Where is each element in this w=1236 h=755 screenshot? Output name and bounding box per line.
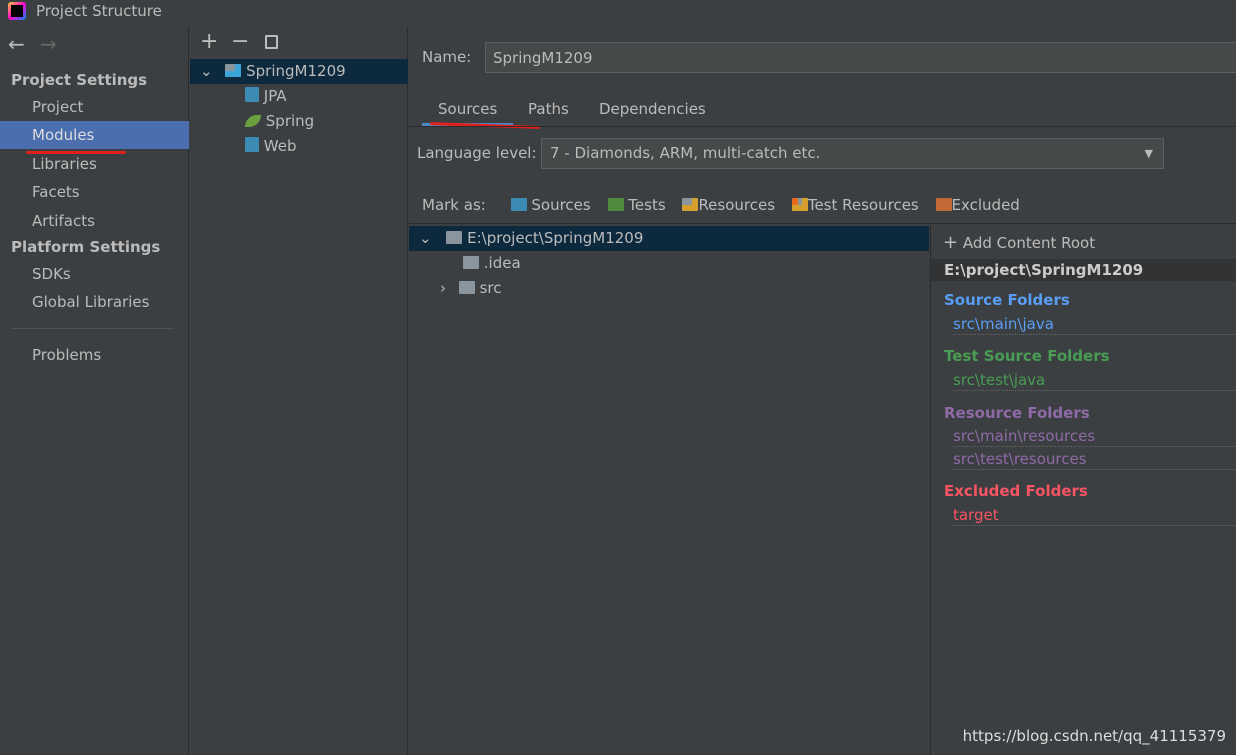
test-source-folders-header: Test Source Folders: [944, 347, 1110, 365]
watermark: https://blog.csdn.net/qq_41115379: [962, 727, 1226, 745]
sidebar-item-problems[interactable]: Problems: [0, 341, 189, 369]
folder-icon: [463, 256, 479, 269]
label: Spring: [265, 112, 315, 130]
remove-icon[interactable]: −: [231, 29, 249, 54]
label: Tests: [628, 196, 666, 214]
add-icon[interactable]: +: [200, 29, 218, 54]
modules-panel: + − ⌄ SpringM1209 JPA Spring Web: [190, 27, 408, 755]
source-folder-item[interactable]: src\main\java: [953, 314, 1236, 335]
label: src\test\java: [953, 371, 1046, 389]
mark-resources-button[interactable]: Resources: [682, 196, 775, 214]
section-platform-settings: Platform Settings: [11, 238, 161, 256]
mark-as-bar: Mark as: Sources Tests Resources Test Re…: [422, 196, 1032, 214]
mark-tests-button[interactable]: Tests: [607, 196, 666, 214]
sidebar-item-project[interactable]: Project: [0, 93, 189, 121]
file-tree-item-idea[interactable]: .idea: [463, 251, 521, 276]
file-tree-root[interactable]: ⌄ E:\project\SpringM1209: [409, 226, 929, 251]
language-level-value: 7 - Diamonds, ARM, multi-catch etc.: [550, 144, 821, 162]
test-source-folder-item[interactable]: src\test\java: [953, 370, 1236, 391]
test-resources-folder-icon: [791, 198, 808, 211]
label: src\main\resources: [953, 427, 1096, 445]
intellij-logo-icon: [8, 2, 26, 20]
add-icon: +: [943, 232, 959, 253]
mark-test-resources-button[interactable]: Test Resources: [791, 196, 919, 214]
name-label: Name:: [422, 48, 472, 66]
source-folders-header: Source Folders: [944, 291, 1070, 309]
sidebar-item-artifacts[interactable]: Artifacts: [0, 207, 189, 235]
resources-folder-icon: [682, 198, 699, 211]
label: src\main\java: [953, 315, 1054, 333]
title-bar: Project Structure: [0, 0, 1236, 27]
mark-as-label: Mark as:: [422, 196, 486, 214]
tree-item-spring[interactable]: Spring: [190, 109, 408, 134]
chevron-down-icon[interactable]: ⌄: [200, 62, 213, 80]
resource-folder-item[interactable]: src\main\resources: [953, 426, 1236, 447]
label: src\test\resources: [953, 450, 1087, 468]
dropdown-arrow-icon: ▼: [1144, 147, 1153, 160]
label: Sources: [531, 196, 591, 214]
file-tree-item-src[interactable]: › src: [440, 276, 501, 301]
module-folder-icon: [225, 64, 242, 77]
label: Web: [263, 137, 297, 155]
tab-dependencies[interactable]: Dependencies: [599, 100, 706, 118]
content-root-panel: + Add Content Root E:\project\SpringM120…: [930, 226, 1236, 755]
spring-leaf-icon: [245, 115, 261, 127]
tree-item-web[interactable]: Web: [190, 134, 408, 159]
tests-folder-icon: [607, 198, 624, 211]
sidebar-item-modules[interactable]: Modules: [0, 121, 189, 149]
tab-sources[interactable]: Sources: [438, 100, 497, 118]
excluded-folder-item[interactable]: target: [953, 505, 1236, 526]
sidebar-item-facets[interactable]: Facets: [0, 178, 189, 206]
sidebar-item-global-libraries[interactable]: Global Libraries: [0, 288, 189, 316]
mark-excluded-button[interactable]: Excluded: [935, 196, 1020, 214]
language-level-dropdown[interactable]: 7 - Diamonds, ARM, multi-catch etc. ▼: [541, 138, 1164, 169]
sidebar-item-libraries[interactable]: Libraries: [0, 150, 189, 178]
jpa-icon: [245, 87, 259, 102]
section-project-settings: Project Settings: [11, 71, 148, 89]
resource-folder-item[interactable]: src\test\resources: [953, 449, 1236, 470]
tree-item-jpa[interactable]: JPA: [190, 84, 408, 109]
name-input[interactable]: [485, 42, 1236, 73]
excluded-folders-header: Excluded Folders: [944, 482, 1088, 500]
sidebar: ← → Project Settings Project Modules Lib…: [0, 27, 189, 755]
language-level-label: Language level:: [417, 144, 537, 162]
web-icon: [245, 137, 259, 152]
label: Resources: [698, 196, 776, 214]
window-title: Project Structure: [36, 2, 162, 20]
copy-icon[interactable]: [265, 35, 278, 49]
content-root-path: E:\project\SpringM1209: [931, 259, 1236, 281]
divider: [409, 223, 1236, 224]
label: Excluded: [951, 196, 1020, 214]
tree-item-springm1209[interactable]: ⌄ SpringM1209: [190, 59, 408, 84]
excluded-folder-icon: [935, 198, 952, 211]
label: E:\project\SpringM1209: [467, 229, 644, 247]
mark-sources-button[interactable]: Sources: [510, 196, 591, 214]
chevron-right-icon[interactable]: ›: [440, 279, 446, 297]
label: src: [479, 279, 502, 297]
folder-icon: [446, 231, 463, 244]
chevron-down-icon[interactable]: ⌄: [419, 229, 432, 247]
label: Add Content Root: [962, 234, 1096, 252]
label: JPA: [263, 87, 287, 105]
add-content-root-button[interactable]: + Add Content Root: [943, 232, 1095, 253]
forward-arrow-icon[interactable]: →: [40, 32, 57, 56]
label: .idea: [483, 254, 521, 272]
sources-folder-icon: [510, 198, 527, 211]
module-name: SpringM1209: [246, 62, 346, 80]
tab-paths[interactable]: Paths: [528, 100, 569, 118]
resource-folders-header: Resource Folders: [944, 404, 1090, 422]
divider: [11, 328, 174, 329]
label: Test Resources: [807, 196, 919, 214]
label: target: [953, 506, 999, 524]
divider: [409, 126, 1236, 127]
sidebar-item-sdks[interactable]: SDKs: [0, 260, 189, 288]
back-arrow-icon[interactable]: ←: [8, 32, 25, 56]
folder-icon: [458, 281, 475, 294]
